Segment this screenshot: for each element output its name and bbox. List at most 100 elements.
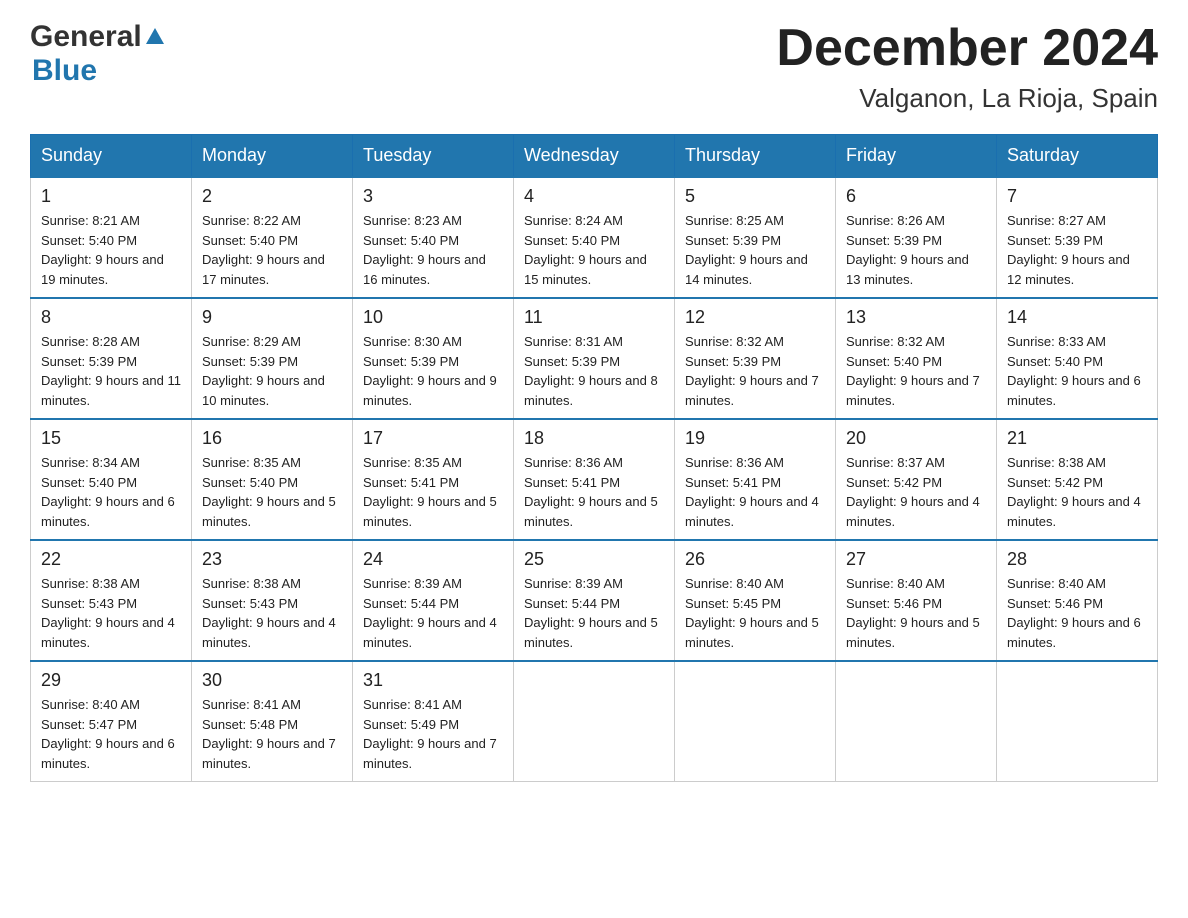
table-row: 27 Sunrise: 8:40 AMSunset: 5:46 PMDaylig… — [836, 540, 997, 661]
day-number: 18 — [524, 428, 664, 449]
day-info: Sunrise: 8:30 AMSunset: 5:39 PMDaylight:… — [363, 332, 503, 410]
calendar-week-4: 22 Sunrise: 8:38 AMSunset: 5:43 PMDaylig… — [31, 540, 1158, 661]
day-info: Sunrise: 8:38 AMSunset: 5:43 PMDaylight:… — [41, 574, 181, 652]
day-number: 9 — [202, 307, 342, 328]
day-number: 27 — [846, 549, 986, 570]
table-row: 23 Sunrise: 8:38 AMSunset: 5:43 PMDaylig… — [192, 540, 353, 661]
day-info: Sunrise: 8:21 AMSunset: 5:40 PMDaylight:… — [41, 211, 181, 289]
table-row: 29 Sunrise: 8:40 AMSunset: 5:47 PMDaylig… — [31, 661, 192, 782]
day-number: 6 — [846, 186, 986, 207]
day-info: Sunrise: 8:40 AMSunset: 5:46 PMDaylight:… — [846, 574, 986, 652]
day-info: Sunrise: 8:26 AMSunset: 5:39 PMDaylight:… — [846, 211, 986, 289]
table-row: 31 Sunrise: 8:41 AMSunset: 5:49 PMDaylig… — [353, 661, 514, 782]
day-info: Sunrise: 8:39 AMSunset: 5:44 PMDaylight:… — [524, 574, 664, 652]
table-row: 4 Sunrise: 8:24 AMSunset: 5:40 PMDayligh… — [514, 177, 675, 298]
calendar-week-5: 29 Sunrise: 8:40 AMSunset: 5:47 PMDaylig… — [31, 661, 1158, 782]
table-row: 11 Sunrise: 8:31 AMSunset: 5:39 PMDaylig… — [514, 298, 675, 419]
day-number: 11 — [524, 307, 664, 328]
day-info: Sunrise: 8:36 AMSunset: 5:41 PMDaylight:… — [524, 453, 664, 531]
calendar-week-1: 1 Sunrise: 8:21 AMSunset: 5:40 PMDayligh… — [31, 177, 1158, 298]
table-row: 15 Sunrise: 8:34 AMSunset: 5:40 PMDaylig… — [31, 419, 192, 540]
table-row: 26 Sunrise: 8:40 AMSunset: 5:45 PMDaylig… — [675, 540, 836, 661]
day-info: Sunrise: 8:36 AMSunset: 5:41 PMDaylight:… — [685, 453, 825, 531]
day-info: Sunrise: 8:35 AMSunset: 5:40 PMDaylight:… — [202, 453, 342, 531]
day-number: 17 — [363, 428, 503, 449]
day-info: Sunrise: 8:38 AMSunset: 5:43 PMDaylight:… — [202, 574, 342, 652]
table-row: 13 Sunrise: 8:32 AMSunset: 5:40 PMDaylig… — [836, 298, 997, 419]
header-wednesday: Wednesday — [514, 135, 675, 178]
day-number: 30 — [202, 670, 342, 691]
day-info: Sunrise: 8:38 AMSunset: 5:42 PMDaylight:… — [1007, 453, 1147, 531]
day-info: Sunrise: 8:41 AMSunset: 5:48 PMDaylight:… — [202, 695, 342, 773]
day-number: 8 — [41, 307, 181, 328]
day-number: 31 — [363, 670, 503, 691]
table-row: 18 Sunrise: 8:36 AMSunset: 5:41 PMDaylig… — [514, 419, 675, 540]
header-saturday: Saturday — [997, 135, 1158, 178]
day-info: Sunrise: 8:35 AMSunset: 5:41 PMDaylight:… — [363, 453, 503, 531]
table-row: 20 Sunrise: 8:37 AMSunset: 5:42 PMDaylig… — [836, 419, 997, 540]
day-number: 25 — [524, 549, 664, 570]
day-info: Sunrise: 8:40 AMSunset: 5:47 PMDaylight:… — [41, 695, 181, 773]
weekday-header-row: Sunday Monday Tuesday Wednesday Thursday… — [31, 135, 1158, 178]
logo-general-text: General — [30, 20, 142, 54]
table-row: 17 Sunrise: 8:35 AMSunset: 5:41 PMDaylig… — [353, 419, 514, 540]
day-info: Sunrise: 8:37 AMSunset: 5:42 PMDaylight:… — [846, 453, 986, 531]
table-row: 6 Sunrise: 8:26 AMSunset: 5:39 PMDayligh… — [836, 177, 997, 298]
calendar-table: Sunday Monday Tuesday Wednesday Thursday… — [30, 134, 1158, 782]
table-row: 8 Sunrise: 8:28 AMSunset: 5:39 PMDayligh… — [31, 298, 192, 419]
day-number: 24 — [363, 549, 503, 570]
day-number: 29 — [41, 670, 181, 691]
table-row: 25 Sunrise: 8:39 AMSunset: 5:44 PMDaylig… — [514, 540, 675, 661]
day-info: Sunrise: 8:23 AMSunset: 5:40 PMDaylight:… — [363, 211, 503, 289]
day-number: 28 — [1007, 549, 1147, 570]
calendar-week-2: 8 Sunrise: 8:28 AMSunset: 5:39 PMDayligh… — [31, 298, 1158, 419]
day-info: Sunrise: 8:25 AMSunset: 5:39 PMDaylight:… — [685, 211, 825, 289]
header-tuesday: Tuesday — [353, 135, 514, 178]
table-row: 1 Sunrise: 8:21 AMSunset: 5:40 PMDayligh… — [31, 177, 192, 298]
table-row: 30 Sunrise: 8:41 AMSunset: 5:48 PMDaylig… — [192, 661, 353, 782]
day-info: Sunrise: 8:34 AMSunset: 5:40 PMDaylight:… — [41, 453, 181, 531]
day-info: Sunrise: 8:31 AMSunset: 5:39 PMDaylight:… — [524, 332, 664, 410]
table-row: 22 Sunrise: 8:38 AMSunset: 5:43 PMDaylig… — [31, 540, 192, 661]
table-row: 2 Sunrise: 8:22 AMSunset: 5:40 PMDayligh… — [192, 177, 353, 298]
day-number: 7 — [1007, 186, 1147, 207]
table-row — [675, 661, 836, 782]
day-number: 19 — [685, 428, 825, 449]
table-row: 21 Sunrise: 8:38 AMSunset: 5:42 PMDaylig… — [997, 419, 1158, 540]
logo-triangle-icon — [146, 28, 164, 44]
table-row: 12 Sunrise: 8:32 AMSunset: 5:39 PMDaylig… — [675, 298, 836, 419]
day-info: Sunrise: 8:39 AMSunset: 5:44 PMDaylight:… — [363, 574, 503, 652]
table-row: 28 Sunrise: 8:40 AMSunset: 5:46 PMDaylig… — [997, 540, 1158, 661]
day-number: 12 — [685, 307, 825, 328]
table-row: 24 Sunrise: 8:39 AMSunset: 5:44 PMDaylig… — [353, 540, 514, 661]
calendar-week-3: 15 Sunrise: 8:34 AMSunset: 5:40 PMDaylig… — [31, 419, 1158, 540]
logo-blue-text: Blue — [32, 54, 97, 87]
day-info: Sunrise: 8:27 AMSunset: 5:39 PMDaylight:… — [1007, 211, 1147, 289]
day-info: Sunrise: 8:28 AMSunset: 5:39 PMDaylight:… — [41, 332, 181, 410]
day-info: Sunrise: 8:40 AMSunset: 5:46 PMDaylight:… — [1007, 574, 1147, 652]
header-friday: Friday — [836, 135, 997, 178]
day-number: 20 — [846, 428, 986, 449]
day-number: 10 — [363, 307, 503, 328]
day-info: Sunrise: 8:32 AMSunset: 5:39 PMDaylight:… — [685, 332, 825, 410]
day-number: 4 — [524, 186, 664, 207]
header-thursday: Thursday — [675, 135, 836, 178]
logo: General Blue — [30, 20, 164, 88]
table-row: 3 Sunrise: 8:23 AMSunset: 5:40 PMDayligh… — [353, 177, 514, 298]
location-title: Valganon, La Rioja, Spain — [776, 83, 1158, 114]
day-number: 1 — [41, 186, 181, 207]
day-info: Sunrise: 8:40 AMSunset: 5:45 PMDaylight:… — [685, 574, 825, 652]
table-row: 16 Sunrise: 8:35 AMSunset: 5:40 PMDaylig… — [192, 419, 353, 540]
table-row: 10 Sunrise: 8:30 AMSunset: 5:39 PMDaylig… — [353, 298, 514, 419]
table-row — [514, 661, 675, 782]
day-info: Sunrise: 8:29 AMSunset: 5:39 PMDaylight:… — [202, 332, 342, 410]
table-row — [836, 661, 997, 782]
day-info: Sunrise: 8:24 AMSunset: 5:40 PMDaylight:… — [524, 211, 664, 289]
day-number: 15 — [41, 428, 181, 449]
day-number: 13 — [846, 307, 986, 328]
day-number: 5 — [685, 186, 825, 207]
table-row: 19 Sunrise: 8:36 AMSunset: 5:41 PMDaylig… — [675, 419, 836, 540]
title-block: December 2024 Valganon, La Rioja, Spain — [776, 20, 1158, 114]
day-number: 14 — [1007, 307, 1147, 328]
day-number: 2 — [202, 186, 342, 207]
